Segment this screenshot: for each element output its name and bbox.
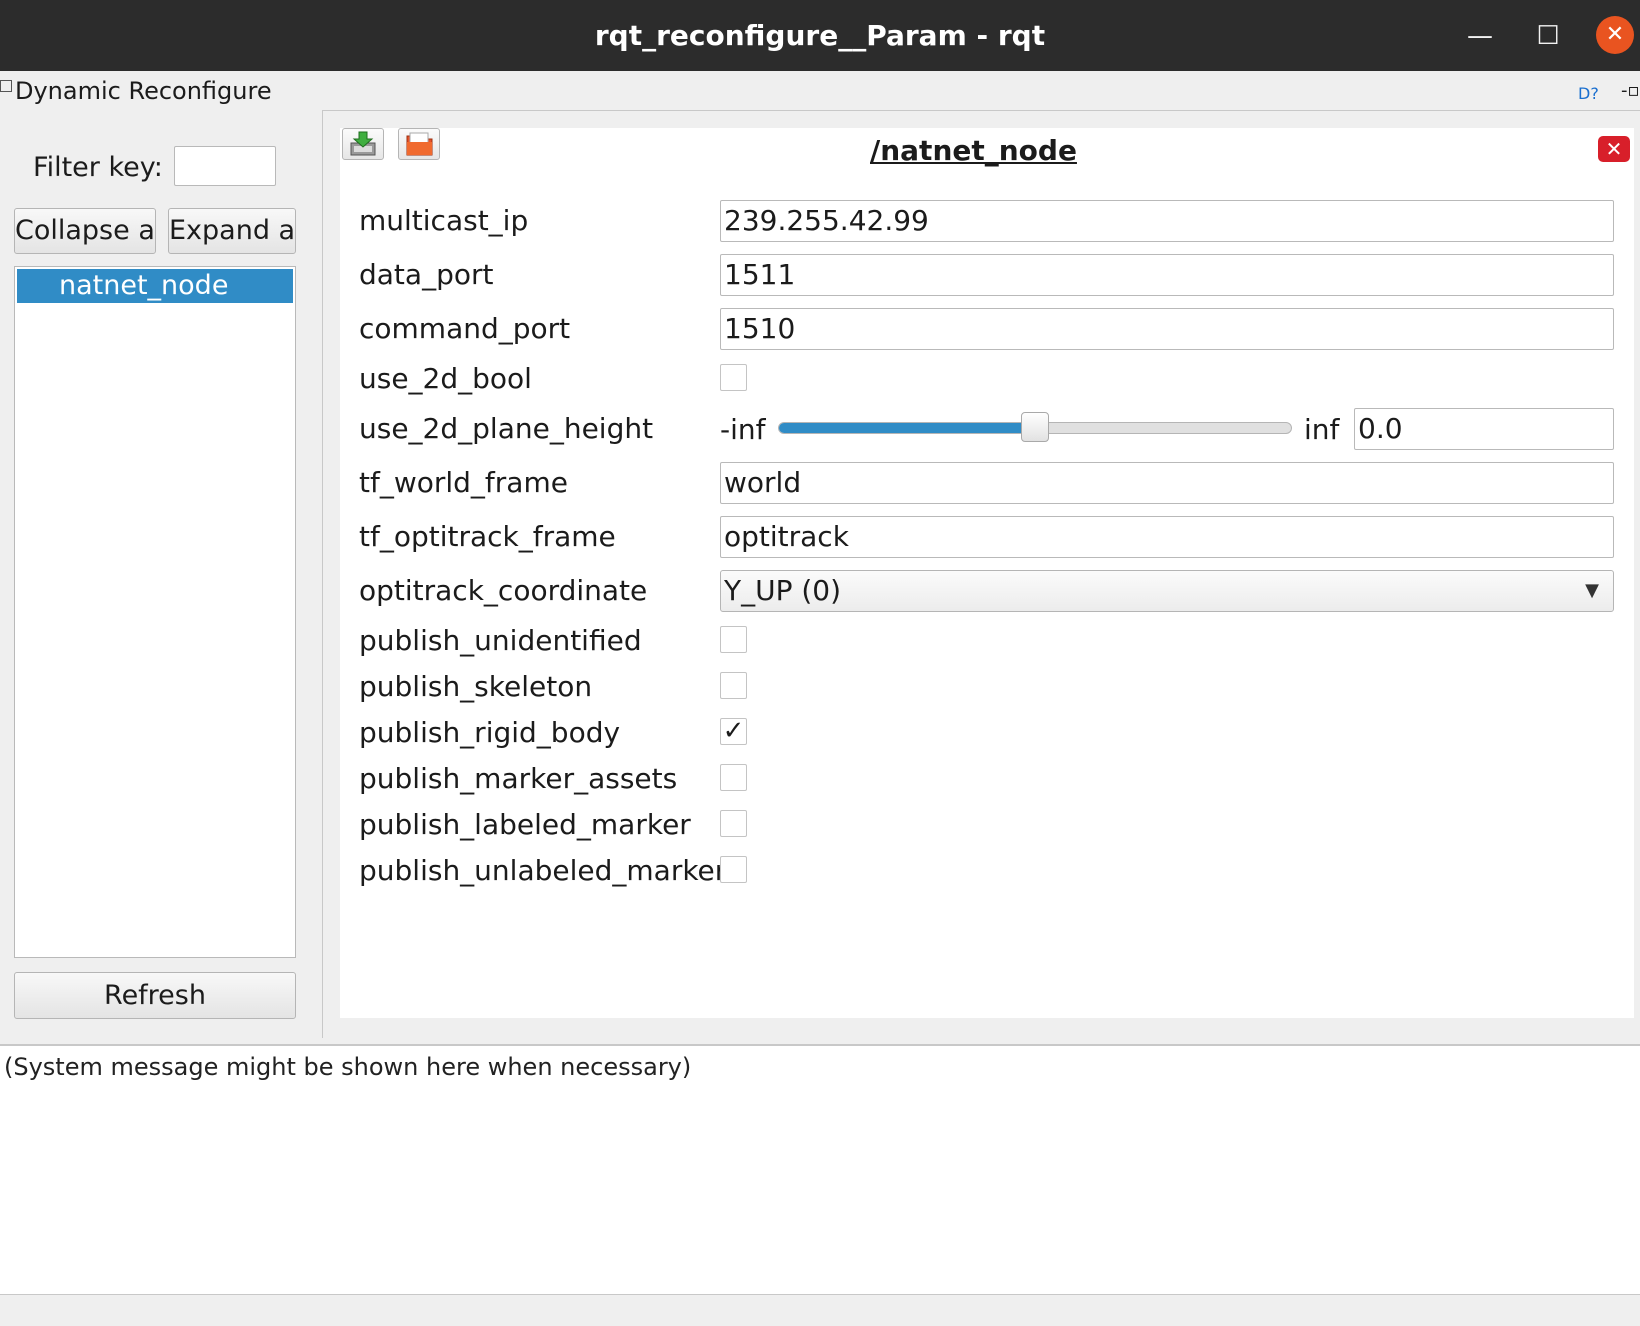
param-label-optitrack-coordinate: optitrack_coordinate <box>359 574 648 607</box>
tf-world-frame-input[interactable]: world <box>720 462 1614 504</box>
tf-optitrack-frame-input[interactable]: optitrack <box>720 516 1614 558</box>
publish-labeled-marker-checkbox[interactable] <box>720 810 747 837</box>
publish-marker-assets-checkbox[interactable] <box>720 764 747 791</box>
filter-input[interactable] <box>174 146 276 186</box>
plugin-icon <box>0 80 12 92</box>
command-port-input[interactable]: 1510 <box>720 308 1614 350</box>
multicast-ip-input[interactable]: 239.255.42.99 <box>720 200 1614 242</box>
param-label-multicast-ip: multicast_ip <box>359 204 529 237</box>
slider-handle[interactable] <box>1021 412 1049 442</box>
slider-fill <box>779 423 1036 433</box>
publish-unidentified-checkbox[interactable] <box>720 626 747 653</box>
slider-min-label: -inf <box>720 413 766 446</box>
filter-label: Filter key: <box>33 152 163 183</box>
node-title: /natnet_node <box>870 134 1077 167</box>
param-label-tf-world-frame: tf_world_frame <box>359 466 568 499</box>
optitrack-coordinate-select[interactable]: Y_UP (0) ▼ <box>720 570 1614 612</box>
help-icon[interactable]: D? <box>1578 84 1599 103</box>
param-label-publish-unlabeled-marker: publish_unlabeled_marker <box>359 854 727 887</box>
param-label-publish-rigid-body: publish_rigid_body <box>359 716 621 749</box>
status-message: (System message might be shown here when… <box>4 1053 692 1081</box>
save-icon <box>350 131 376 156</box>
close-window-button[interactable]: ✕ <box>1596 16 1634 54</box>
param-label-data-port: data_port <box>359 258 494 291</box>
refresh-button[interactable]: Refresh <box>14 972 296 1019</box>
param-label-publish-labeled-marker: publish_labeled_marker <box>359 808 691 841</box>
plane-height-input[interactable]: 0.0 <box>1354 408 1614 450</box>
node-close-icon[interactable]: ✕ <box>1598 136 1630 162</box>
status-panel: (System message might be shown here when… <box>0 1046 1640 1294</box>
save-button[interactable] <box>342 128 384 160</box>
float-icon[interactable]: -▫ <box>1621 80 1640 101</box>
param-label-publish-skeleton: publish_skeleton <box>359 670 593 703</box>
window-title: rqt_reconfigure__Param - rqt <box>594 19 1046 52</box>
param-label-use-2d-plane-height: use_2d_plane_height <box>359 412 654 445</box>
param-label-publish-unidentified: publish_unidentified <box>359 624 642 657</box>
bottom-bar <box>0 1294 1640 1326</box>
param-label-use-2d-bool: use_2d_bool <box>359 362 532 395</box>
plugin-title: Dynamic Reconfigure <box>0 76 272 106</box>
slider-max-label: inf <box>1304 413 1340 446</box>
publish-rigid-body-checkbox[interactable]: ✓ <box>720 718 747 745</box>
param-label-command-port: command_port <box>359 312 571 345</box>
publish-skeleton-checkbox[interactable] <box>720 672 747 699</box>
param-label-publish-marker-assets: publish_marker_assets <box>359 762 678 795</box>
load-button[interactable] <box>398 128 440 160</box>
expand-all-button[interactable]: Expand all <box>168 208 296 254</box>
publish-unlabeled-marker-checkbox[interactable] <box>720 856 747 883</box>
maximize-button[interactable]: ☐ <box>1530 18 1566 54</box>
collapse-all-button[interactable]: Collapse all <box>14 208 156 254</box>
folder-open-icon <box>406 132 433 156</box>
param-label-tf-optitrack-frame: tf_optitrack_frame <box>359 520 616 553</box>
data-port-input[interactable]: 1511 <box>720 254 1614 296</box>
use-2d-bool-checkbox[interactable] <box>720 364 747 391</box>
optitrack-coordinate-value: Y_UP (0) <box>724 574 842 607</box>
tree-item-natnet-node[interactable]: natnet_node <box>17 269 293 303</box>
plugin-title-text: Dynamic Reconfigure <box>15 77 272 105</box>
minimize-button[interactable]: — <box>1462 18 1498 54</box>
chevron-down-icon: ▼ <box>1585 580 1599 601</box>
node-tree[interactable]: natnet_node <box>14 266 296 958</box>
